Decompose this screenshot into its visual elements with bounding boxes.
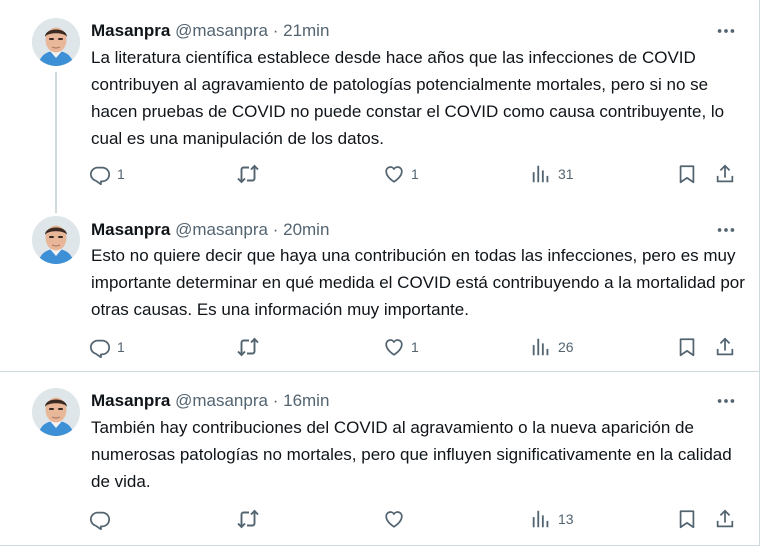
retweet-button[interactable] [236,333,266,361]
tweet-2[interactable]: Masanpra @masanpra · 20min Esto no quier… [0,201,760,371]
avatar-image [32,388,80,436]
avatar-image [32,18,80,66]
reply-button[interactable] [89,505,117,533]
reply-count: 1 [117,166,125,182]
like-count: 1 [411,166,419,182]
tweet-header: Masanpra @masanpra · 20min [91,219,329,241]
timestamp[interactable]: 21min [283,21,329,40]
avatar[interactable] [32,18,80,66]
share-button[interactable] [714,160,736,188]
thread-connector [55,201,57,213]
reply-icon [89,508,111,530]
bookmark-icon [676,336,698,358]
avatar[interactable] [32,216,80,264]
heart-icon [383,508,405,530]
share-icon [714,163,736,185]
bookmark-button[interactable] [676,505,698,533]
more-icon[interactable] [712,21,740,41]
like-button[interactable]: 1 [383,333,419,361]
retweet-icon [236,335,260,359]
tweet-1[interactable]: Masanpra @masanpra · 21min La literatura… [0,0,760,201]
separator-dot: · [272,391,279,410]
views-icon [530,508,552,530]
tweet-actions: 1 1 31 [89,160,745,188]
views-button[interactable]: 26 [530,333,574,361]
view-count: 13 [558,511,574,527]
retweet-button[interactable] [236,160,266,188]
reply-button[interactable]: 1 [89,160,125,188]
heart-icon [383,336,405,358]
more-icon[interactable] [712,391,740,411]
author-name[interactable]: Masanpra [91,21,170,40]
avatar-image [32,216,80,264]
share-button[interactable] [714,505,736,533]
reply-count: 1 [117,339,125,355]
separator-dot: · [272,21,279,40]
thread-container: Masanpra @masanpra · 21min La literatura… [0,0,760,546]
bookmark-button[interactable] [676,333,698,361]
tweet-text: Esto no quiere decir que haya una contri… [91,246,745,319]
bookmark-icon [676,508,698,530]
views-icon [530,163,552,185]
retweet-icon [236,507,260,531]
avatar[interactable] [32,388,80,436]
like-count: 1 [411,339,419,355]
tweet-text: La literatura científica establece desde… [91,48,725,148]
more-icon[interactable] [712,220,740,240]
thread-connector [55,72,57,201]
tweet-header: Masanpra @masanpra · 16min [91,390,329,412]
author-name[interactable]: Masanpra [91,220,170,239]
reply-icon [89,163,111,185]
tweet-actions: 1 1 26 [89,333,745,361]
share-icon [714,336,736,358]
tweet-actions: 13 [89,505,745,533]
timestamp[interactable]: 16min [283,391,329,410]
author-name[interactable]: Masanpra [91,391,170,410]
views-button[interactable]: 31 [530,160,574,188]
author-handle[interactable]: @masanpra [175,220,268,239]
views-icon [530,336,552,358]
reply-icon [89,336,111,358]
timestamp[interactable]: 20min [283,220,329,239]
retweet-button[interactable] [236,505,266,533]
reply-button[interactable]: 1 [89,333,125,361]
bookmark-icon [676,163,698,185]
like-button[interactable] [383,505,411,533]
view-count: 26 [558,339,574,355]
retweet-icon [236,162,260,186]
bookmark-button[interactable] [676,160,698,188]
author-handle[interactable]: @masanpra [175,21,268,40]
share-icon [714,508,736,530]
like-button[interactable]: 1 [383,160,419,188]
views-button[interactable]: 13 [530,505,574,533]
share-button[interactable] [714,333,736,361]
tweet-3[interactable]: Masanpra @masanpra · 16min También hay c… [0,371,760,546]
tweet-header: Masanpra @masanpra · 21min [91,20,329,42]
separator-dot: · [272,220,279,239]
view-count: 31 [558,166,574,182]
tweet-text: También hay contribuciones del COVID al … [91,418,732,491]
author-handle[interactable]: @masanpra [175,391,268,410]
heart-icon [383,163,405,185]
